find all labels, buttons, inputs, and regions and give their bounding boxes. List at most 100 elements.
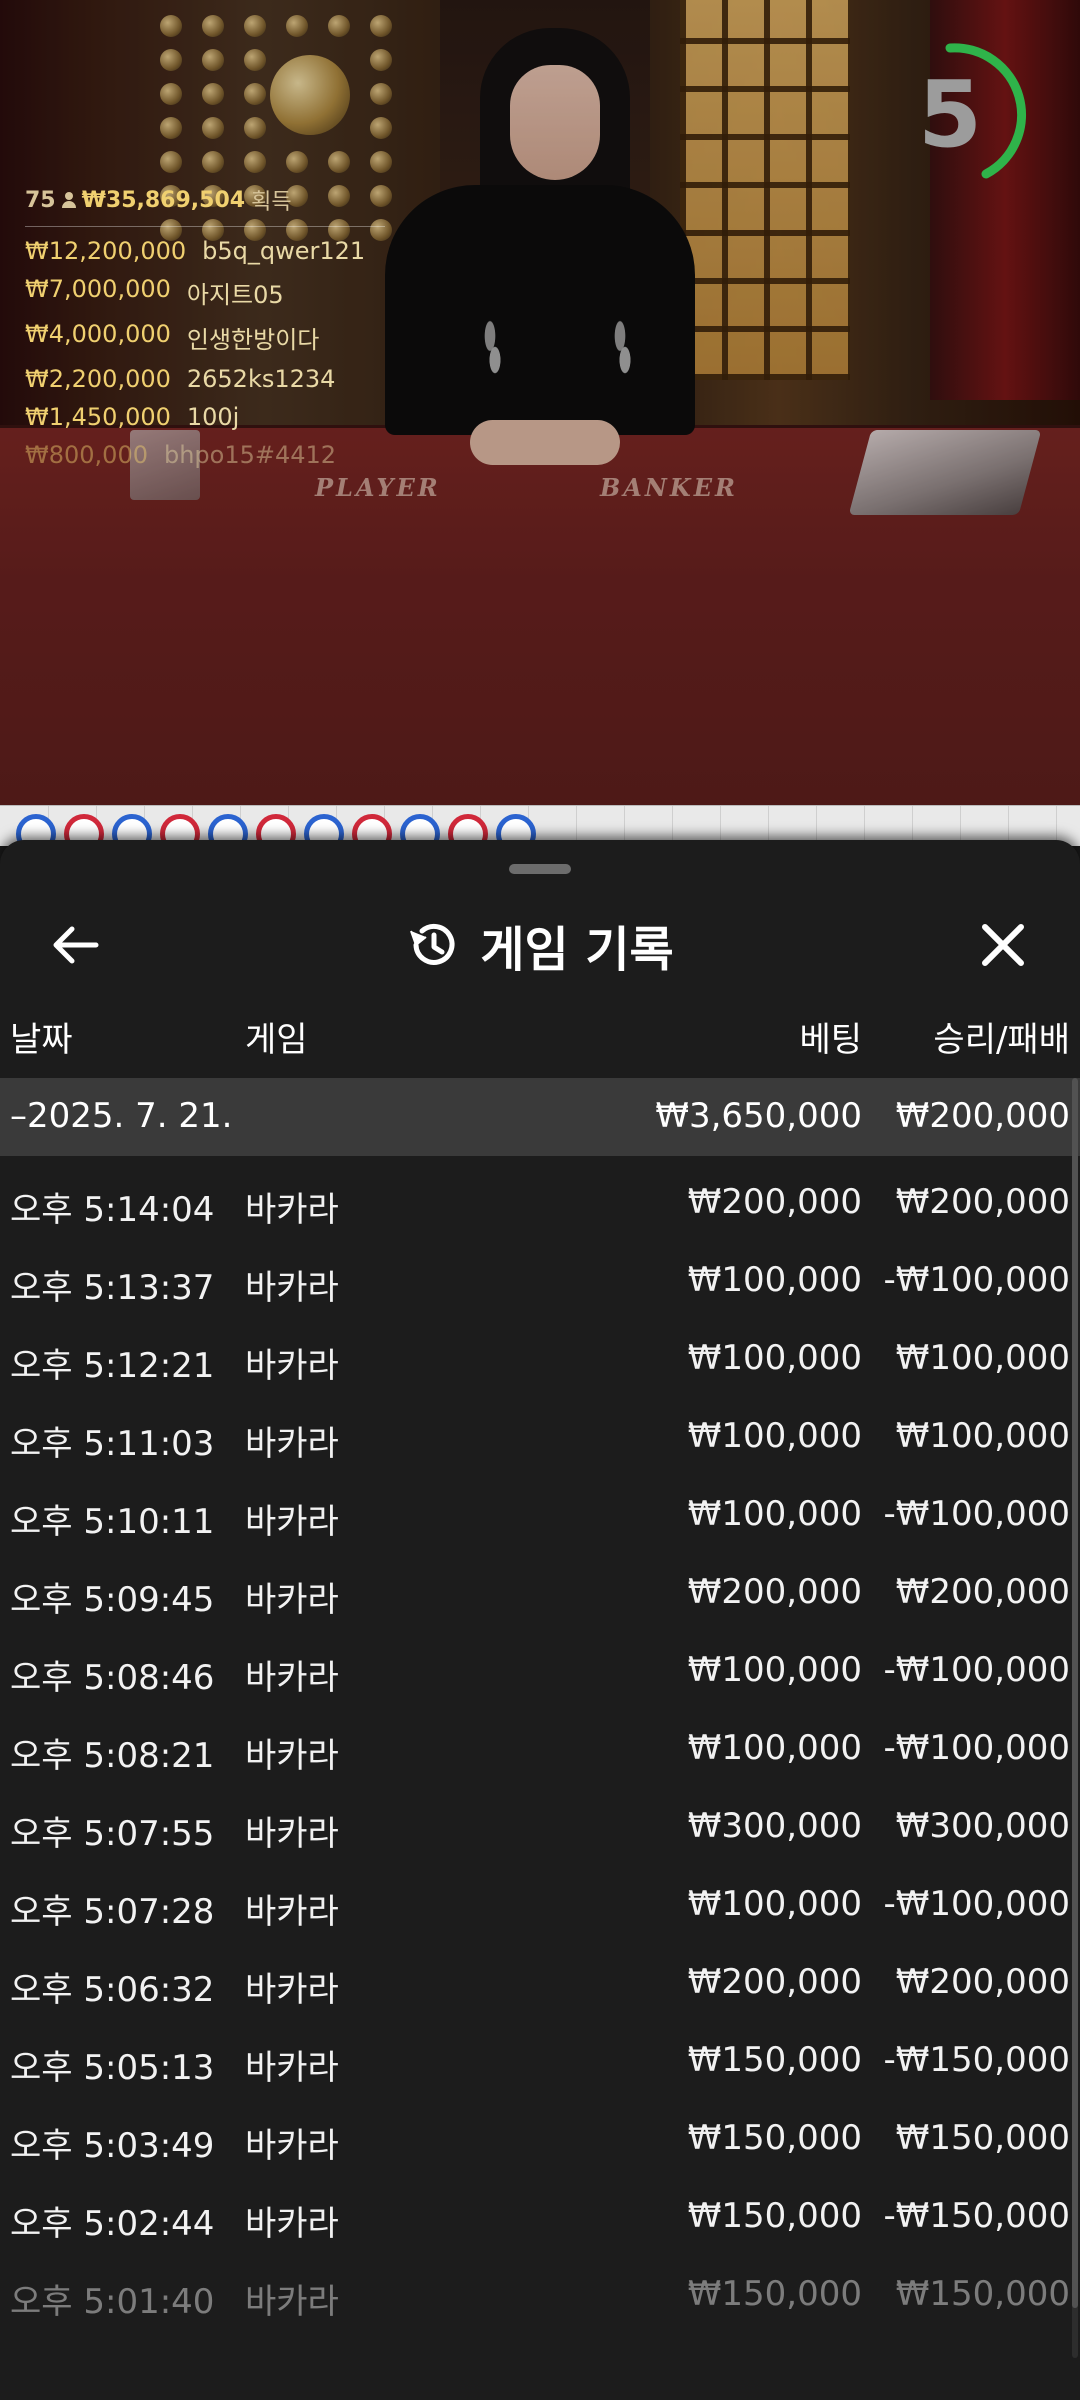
history-row[interactable]: 오후 5:10:11 바카라 ₩100,000 -₩100,000 <box>0 1474 1080 1552</box>
row-game: 바카라 <box>245 1736 339 1776</box>
row-time: 오후 5:09:45 <box>10 1580 215 1620</box>
date-group-winloss-total: ₩200,000 <box>895 1096 1070 1136</box>
row-time: 오후 5:11:03 <box>10 1424 215 1464</box>
row-winloss: ₩200,000 <box>895 1572 1070 1612</box>
row-time: 오후 5:14:04 <box>10 1190 215 1230</box>
countdown-timer: 5 <box>890 40 1040 190</box>
sheet-drag-handle[interactable] <box>509 864 571 874</box>
live-video: PLAYER BANKER 75 ₩35,869,504 획득 ₩12,200,… <box>0 0 1080 805</box>
row-bet: ₩100,000 <box>687 1416 862 1456</box>
row-winloss: -₩100,000 <box>883 1494 1071 1534</box>
row-game: 바카라 <box>245 1970 339 2010</box>
row-bet: ₩100,000 <box>687 1728 862 1768</box>
row-bet: ₩150,000 <box>687 2040 862 2080</box>
arrow-left-icon <box>53 926 99 964</box>
sheet-header: 게임 기록 <box>0 890 1080 1000</box>
row-time: 오후 5:08:21 <box>10 1736 215 1776</box>
history-row[interactable]: 오후 5:07:55 바카라 ₩300,000 ₩300,000 <box>0 1786 1080 1864</box>
leaderboard-entry: ₩800,000 bhpo15#4412 <box>25 441 385 469</box>
row-time: 오후 5:13:37 <box>10 1268 215 1308</box>
row-bet: ₩100,000 <box>687 1338 862 1378</box>
winners-leaderboard: 75 ₩35,869,504 획득 ₩12,200,000 b5q_qwer121… <box>25 184 385 469</box>
history-row[interactable]: 오후 5:07:28 바카라 ₩100,000 -₩100,000 <box>0 1864 1080 1942</box>
person-icon <box>61 192 76 208</box>
leaderboard-entry: ₩7,000,000 아지트05 <box>25 275 385 310</box>
scrollbar[interactable] <box>1072 1078 1078 2358</box>
row-bet: ₩100,000 <box>687 1494 862 1534</box>
leaderboard-amount: ₩1,450,000 <box>25 403 171 431</box>
leaderboard-name: b5q_qwer121 <box>202 237 366 265</box>
row-winloss: ₩300,000 <box>895 1806 1070 1846</box>
row-time: 오후 5:06:32 <box>10 1970 215 2010</box>
history-row[interactable]: 오후 5:08:21 바카라 ₩100,000 -₩100,000 <box>0 1708 1080 1786</box>
back-button[interactable] <box>40 910 110 980</box>
leaderboard-entry: ₩12,200,000 b5q_qwer121 <box>25 237 385 265</box>
row-winloss: -₩100,000 <box>883 1728 1071 1768</box>
total-won: ₩35,869,504 <box>81 187 246 213</box>
row-game: 바카라 <box>245 2282 339 2322</box>
column-bet[interactable]: 베팅 <box>799 1012 862 1061</box>
history-row[interactable]: 오후 5:03:49 바카라 ₩150,000 ₩150,000 <box>0 2098 1080 2176</box>
row-game: 바카라 <box>245 1424 339 1464</box>
history-row[interactable]: 오후 5:01:40 바카라 ₩150,000 ₩150,000 <box>0 2254 1080 2332</box>
leaderboard-amount: ₩7,000,000 <box>25 275 171 303</box>
date-group-label: –2025. 7. 21. <box>10 1096 233 1136</box>
leaderboard-name: 인생한방이다 <box>186 326 320 354</box>
history-row[interactable]: 오후 5:11:03 바카라 ₩100,000 ₩100,000 <box>0 1396 1080 1474</box>
row-bet: ₩150,000 <box>687 2118 862 2158</box>
date-group-row[interactable]: –2025. 7. 21. ₩3,650,000 ₩200,000 <box>0 1078 1080 1156</box>
history-row[interactable]: 오후 5:12:21 바카라 ₩100,000 ₩100,000 <box>0 1318 1080 1396</box>
row-winloss: -₩100,000 <box>883 1260 1071 1300</box>
row-game: 바카라 <box>245 1346 339 1386</box>
countdown-value: 5 <box>917 61 982 168</box>
scroll-thumb[interactable] <box>1072 1078 1078 2308</box>
row-game: 바카라 <box>245 2048 339 2088</box>
row-bet: ₩300,000 <box>687 1806 862 1846</box>
player-count: 75 <box>25 187 56 213</box>
close-button[interactable] <box>968 910 1038 980</box>
column-winloss[interactable]: 승리/패배 <box>933 1012 1070 1061</box>
row-time: 오후 5:07:28 <box>10 1892 215 1932</box>
leaderboard-amount: ₩4,000,000 <box>25 320 171 348</box>
row-winloss: -₩100,000 <box>883 1650 1071 1690</box>
row-bet: ₩200,000 <box>687 1182 862 1222</box>
row-winloss: ₩100,000 <box>895 1338 1070 1378</box>
row-game: 바카라 <box>245 1814 339 1854</box>
leaderboard-entry: ₩4,000,000 인생한방이다 <box>25 320 385 355</box>
history-row[interactable]: 오후 5:08:46 바카라 ₩100,000 -₩100,000 <box>0 1630 1080 1708</box>
row-time: 오후 5:03:49 <box>10 2126 215 2166</box>
leaderboard-amount: ₩12,200,000 <box>25 237 187 265</box>
sheet-title: 게임 기록 <box>480 922 674 978</box>
row-game: 바카라 <box>245 1190 339 1230</box>
row-time: 오후 5:12:21 <box>10 1346 215 1386</box>
history-icon <box>410 923 455 965</box>
row-game: 바카라 <box>245 1658 339 1698</box>
leaderboard-header: 75 ₩35,869,504 획득 <box>25 184 385 227</box>
history-row[interactable]: 오후 5:02:44 바카라 ₩150,000 -₩150,000 <box>0 2176 1080 2254</box>
leaderboard-name: 100j <box>186 403 240 431</box>
history-row[interactable]: 오후 5:13:37 바카라 ₩100,000 -₩100,000 <box>0 1240 1080 1318</box>
row-winloss: -₩150,000 <box>883 2196 1071 2236</box>
table-header: 날짜 게임 베팅 승리/패배 <box>0 1012 1080 1060</box>
history-row[interactable]: 오후 5:05:13 바카라 ₩150,000 -₩150,000 <box>0 2020 1080 2098</box>
row-game: 바카라 <box>245 1502 339 1542</box>
date-group-bet-total: ₩3,650,000 <box>655 1096 862 1136</box>
row-bet: ₩100,000 <box>687 1260 862 1300</box>
leaderboard-name: 아지트05 <box>186 281 284 309</box>
column-game[interactable]: 게임 <box>245 1012 308 1061</box>
history-row[interactable]: 오후 5:09:45 바카라 ₩200,000 ₩200,000 <box>0 1552 1080 1630</box>
row-game: 바카라 <box>245 1580 339 1620</box>
leaderboard-amount: ₩800,000 <box>25 441 148 469</box>
row-bet: ₩200,000 <box>687 1572 862 1612</box>
game-history-sheet: 게임 기록 날짜 게임 베팅 승리/패배 –2025. 7. 21. ₩3,65… <box>0 840 1080 2400</box>
leaderboard-entry: ₩1,450,000 100j <box>25 403 385 431</box>
row-time: 오후 5:08:46 <box>10 1658 215 1698</box>
column-date[interactable]: 날짜 <box>10 1012 73 1061</box>
history-row[interactable]: 오후 5:14:04 바카라 ₩200,000 ₩200,000 <box>0 1162 1080 1240</box>
row-bet: ₩100,000 <box>687 1650 862 1690</box>
row-bet: ₩200,000 <box>687 1962 862 2002</box>
history-row[interactable]: 오후 5:06:32 바카라 ₩200,000 ₩200,000 <box>0 1942 1080 2020</box>
row-winloss: ₩150,000 <box>895 2274 1070 2314</box>
row-time: 오후 5:10:11 <box>10 1502 215 1542</box>
row-winloss: ₩150,000 <box>895 2118 1070 2158</box>
